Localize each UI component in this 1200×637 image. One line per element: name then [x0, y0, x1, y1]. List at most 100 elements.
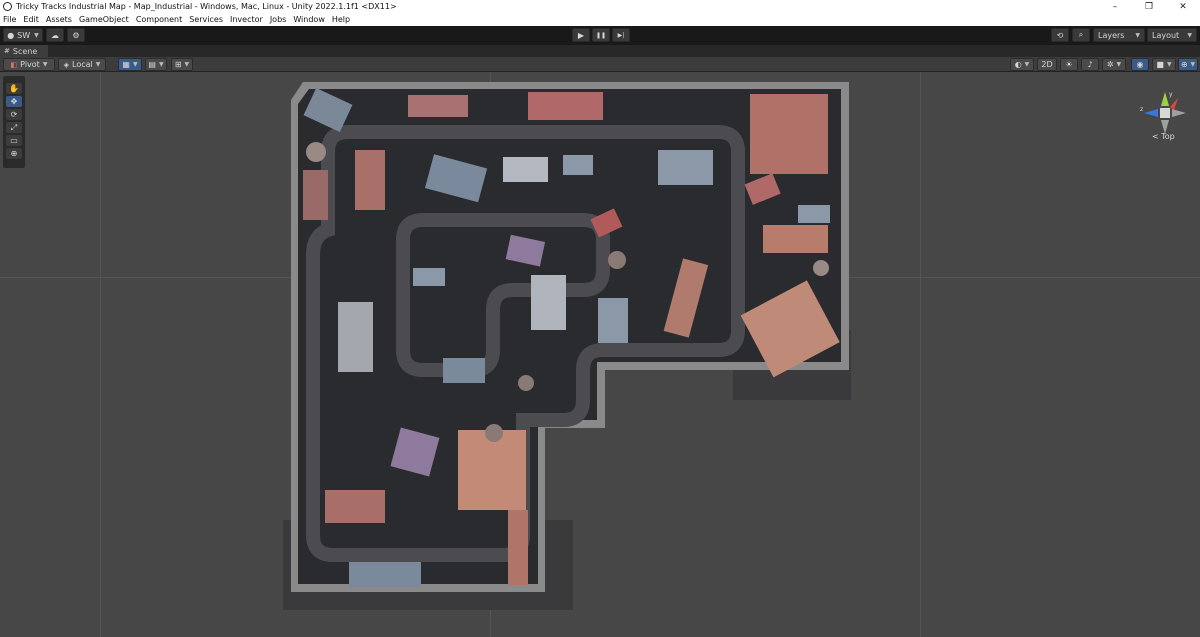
mode-2d-label: 2D — [1041, 60, 1053, 69]
gizmo-y-arrow[interactable] — [1161, 92, 1169, 106]
collab-icon: ⚙ — [72, 30, 80, 40]
scale-tool-button[interactable]: ⤢ — [6, 122, 22, 133]
close-button[interactable]: ✕ — [1166, 0, 1200, 13]
menu-edit[interactable]: Edit — [23, 15, 39, 24]
window-controls: – ❐ ✕ — [1098, 0, 1200, 13]
transform-icon: ⊕ — [10, 149, 18, 158]
menu-file[interactable]: File — [3, 15, 16, 24]
scene-toolbar: ◧ Pivot ▼ ◈ Local ▼ ▦ ▼ ▤ ▼ ⊞ ▼ ◐ ▼ 2D ☀… — [0, 57, 1200, 72]
account-dropdown[interactable]: ● SW ▼ — [3, 28, 43, 42]
undo-history-button[interactable]: ⟲ — [1051, 28, 1069, 42]
rotate-tool-button[interactable]: ⟳ — [6, 109, 22, 120]
chevron-down-icon: ▼ — [184, 61, 190, 68]
menu-invector[interactable]: Invector — [230, 15, 263, 24]
menu-bar: File Edit Assets GameObject Component Se… — [0, 13, 1200, 26]
orientation-gizmo[interactable]: y z — [1140, 88, 1190, 138]
layers-dropdown[interactable]: Layers ▼ — [1093, 28, 1145, 42]
tools-palette: ✋ ✥ ⟳ ⤢ ▭ ⊕ — [3, 76, 25, 168]
view-orientation-label[interactable]: < Top — [1152, 132, 1175, 141]
effects-icon: ✲ — [1106, 60, 1114, 69]
step-icon: ▶| — [617, 31, 625, 39]
local-dropdown[interactable]: ◈ Local ▼ — [58, 58, 106, 71]
pause-icon: ❚❚ — [595, 31, 607, 39]
scale-icon: ⤢ — [10, 122, 18, 132]
rect-icon: ▭ — [10, 136, 18, 145]
menu-jobs[interactable]: Jobs — [270, 15, 287, 24]
play-button[interactable]: ▶ — [572, 28, 590, 42]
sphere-icon: ◐ — [1014, 60, 1022, 69]
layout-dropdown[interactable]: Layout ▼ — [1147, 28, 1197, 42]
history-icon: ⟲ — [1056, 30, 1064, 40]
align-icon: ⊞ — [174, 60, 182, 69]
step-button[interactable]: ▶| — [612, 28, 630, 42]
grid-snap-toggle[interactable]: ▦ ▼ — [118, 58, 142, 71]
audio-toggle[interactable]: ♪ — [1081, 58, 1099, 71]
move-icon: ✥ — [10, 97, 18, 106]
restore-button[interactable]: ❐ — [1132, 0, 1166, 13]
hidden-objects-icon: ◉ — [1136, 60, 1144, 69]
menu-window[interactable]: Window — [293, 15, 325, 24]
main-toolbar: ● SW ▼ ☁ ⚙ ▶ ❚❚ ▶| ⟲ ⌕ Layers ▼ Layout ▼ — [0, 26, 1200, 45]
transform-tool-button[interactable]: ⊕ — [6, 148, 22, 159]
grid-line — [100, 72, 101, 637]
search-icon: ⌕ — [1078, 30, 1084, 39]
rotate-icon: ⟳ — [10, 110, 18, 119]
hand-icon: ✋ — [9, 84, 19, 93]
pivot-label: Pivot — [20, 60, 40, 69]
pivot-dropdown[interactable]: ◧ Pivot ▼ — [3, 58, 55, 71]
scene-grid-icon: # — [4, 47, 10, 55]
draw-mode-dropdown[interactable]: ◐ ▼ — [1010, 58, 1034, 71]
chevron-down-icon: ▼ — [1166, 61, 1172, 68]
increment-snap-toggle[interactable]: ▤ ▼ — [145, 58, 167, 71]
chevron-down-icon: ▼ — [34, 31, 39, 39]
tab-scene[interactable]: # Scene — [0, 45, 48, 57]
local-label: Local — [72, 60, 93, 69]
camera-dropdown[interactable]: ■ ▼ — [1152, 58, 1176, 71]
gizmos-dropdown[interactable]: ⊕ ▼ — [1178, 58, 1198, 71]
audio-icon: ♪ — [1087, 60, 1093, 69]
gizmo-center-cube[interactable] — [1160, 108, 1170, 118]
tab-scene-label: Scene — [12, 46, 38, 56]
menu-component[interactable]: Component — [136, 15, 182, 24]
menu-services[interactable]: Services — [189, 15, 223, 24]
cloud-icon: ☁ — [51, 30, 59, 40]
account-label: SW — [17, 30, 31, 40]
align-toggle[interactable]: ⊞ ▼ — [171, 58, 193, 71]
pivot-icon: ◧ — [10, 60, 18, 69]
search-button[interactable]: ⌕ — [1072, 28, 1090, 42]
gizmo-z-arrow[interactable] — [1144, 109, 1158, 117]
menu-assets[interactable]: Assets — [46, 15, 72, 24]
gizmo-neg-z-arrow[interactable] — [1172, 109, 1186, 117]
effects-dropdown[interactable]: ✲ ▼ — [1102, 58, 1126, 71]
hand-tool-button[interactable]: ✋ — [6, 83, 22, 94]
minimize-button[interactable]: – — [1098, 0, 1132, 13]
snap-icon: ▤ — [148, 60, 156, 69]
tab-bar: # Scene — [0, 45, 1200, 57]
chevron-down-icon: ▼ — [1190, 61, 1196, 68]
chevron-down-icon: ▼ — [95, 61, 101, 68]
collab-button[interactable]: ⚙ — [67, 28, 85, 42]
layers-label: Layers — [1098, 30, 1125, 40]
lighting-toggle[interactable]: ☀ — [1060, 58, 1078, 71]
chevron-down-icon: ▼ — [1024, 61, 1030, 68]
menu-gameobject[interactable]: GameObject — [79, 15, 129, 24]
gizmos-icon: ⊕ — [1180, 60, 1188, 69]
rect-tool-button[interactable]: ▭ — [6, 135, 22, 146]
cloud-button[interactable]: ☁ — [46, 28, 64, 42]
visibility-toggle[interactable]: ◉ — [1131, 58, 1149, 71]
account-icon: ● — [7, 30, 15, 40]
chevron-down-icon: ▼ — [1116, 61, 1122, 68]
chevron-down-icon: ▼ — [42, 61, 48, 68]
chevron-down-icon: ▼ — [158, 61, 164, 68]
scene-viewport[interactable]: ✋ ✥ ⟳ ⤢ ▭ ⊕ y z < Top — [0, 72, 1200, 637]
mode-2d-toggle[interactable]: 2D — [1037, 58, 1057, 71]
industrial-map[interactable] — [283, 80, 863, 610]
grid-icon: ▦ — [122, 60, 130, 69]
move-tool-button[interactable]: ✥ — [6, 96, 22, 107]
menu-help[interactable]: Help — [332, 15, 350, 24]
pause-button[interactable]: ❚❚ — [592, 28, 610, 42]
title-bar: Tricky Tracks Industrial Map - Map_Indus… — [0, 0, 1200, 13]
chevron-down-icon: ▼ — [1135, 31, 1140, 39]
chevron-down-icon: ▼ — [1187, 31, 1192, 39]
gizmo-x-arrow[interactable] — [1170, 98, 1178, 110]
